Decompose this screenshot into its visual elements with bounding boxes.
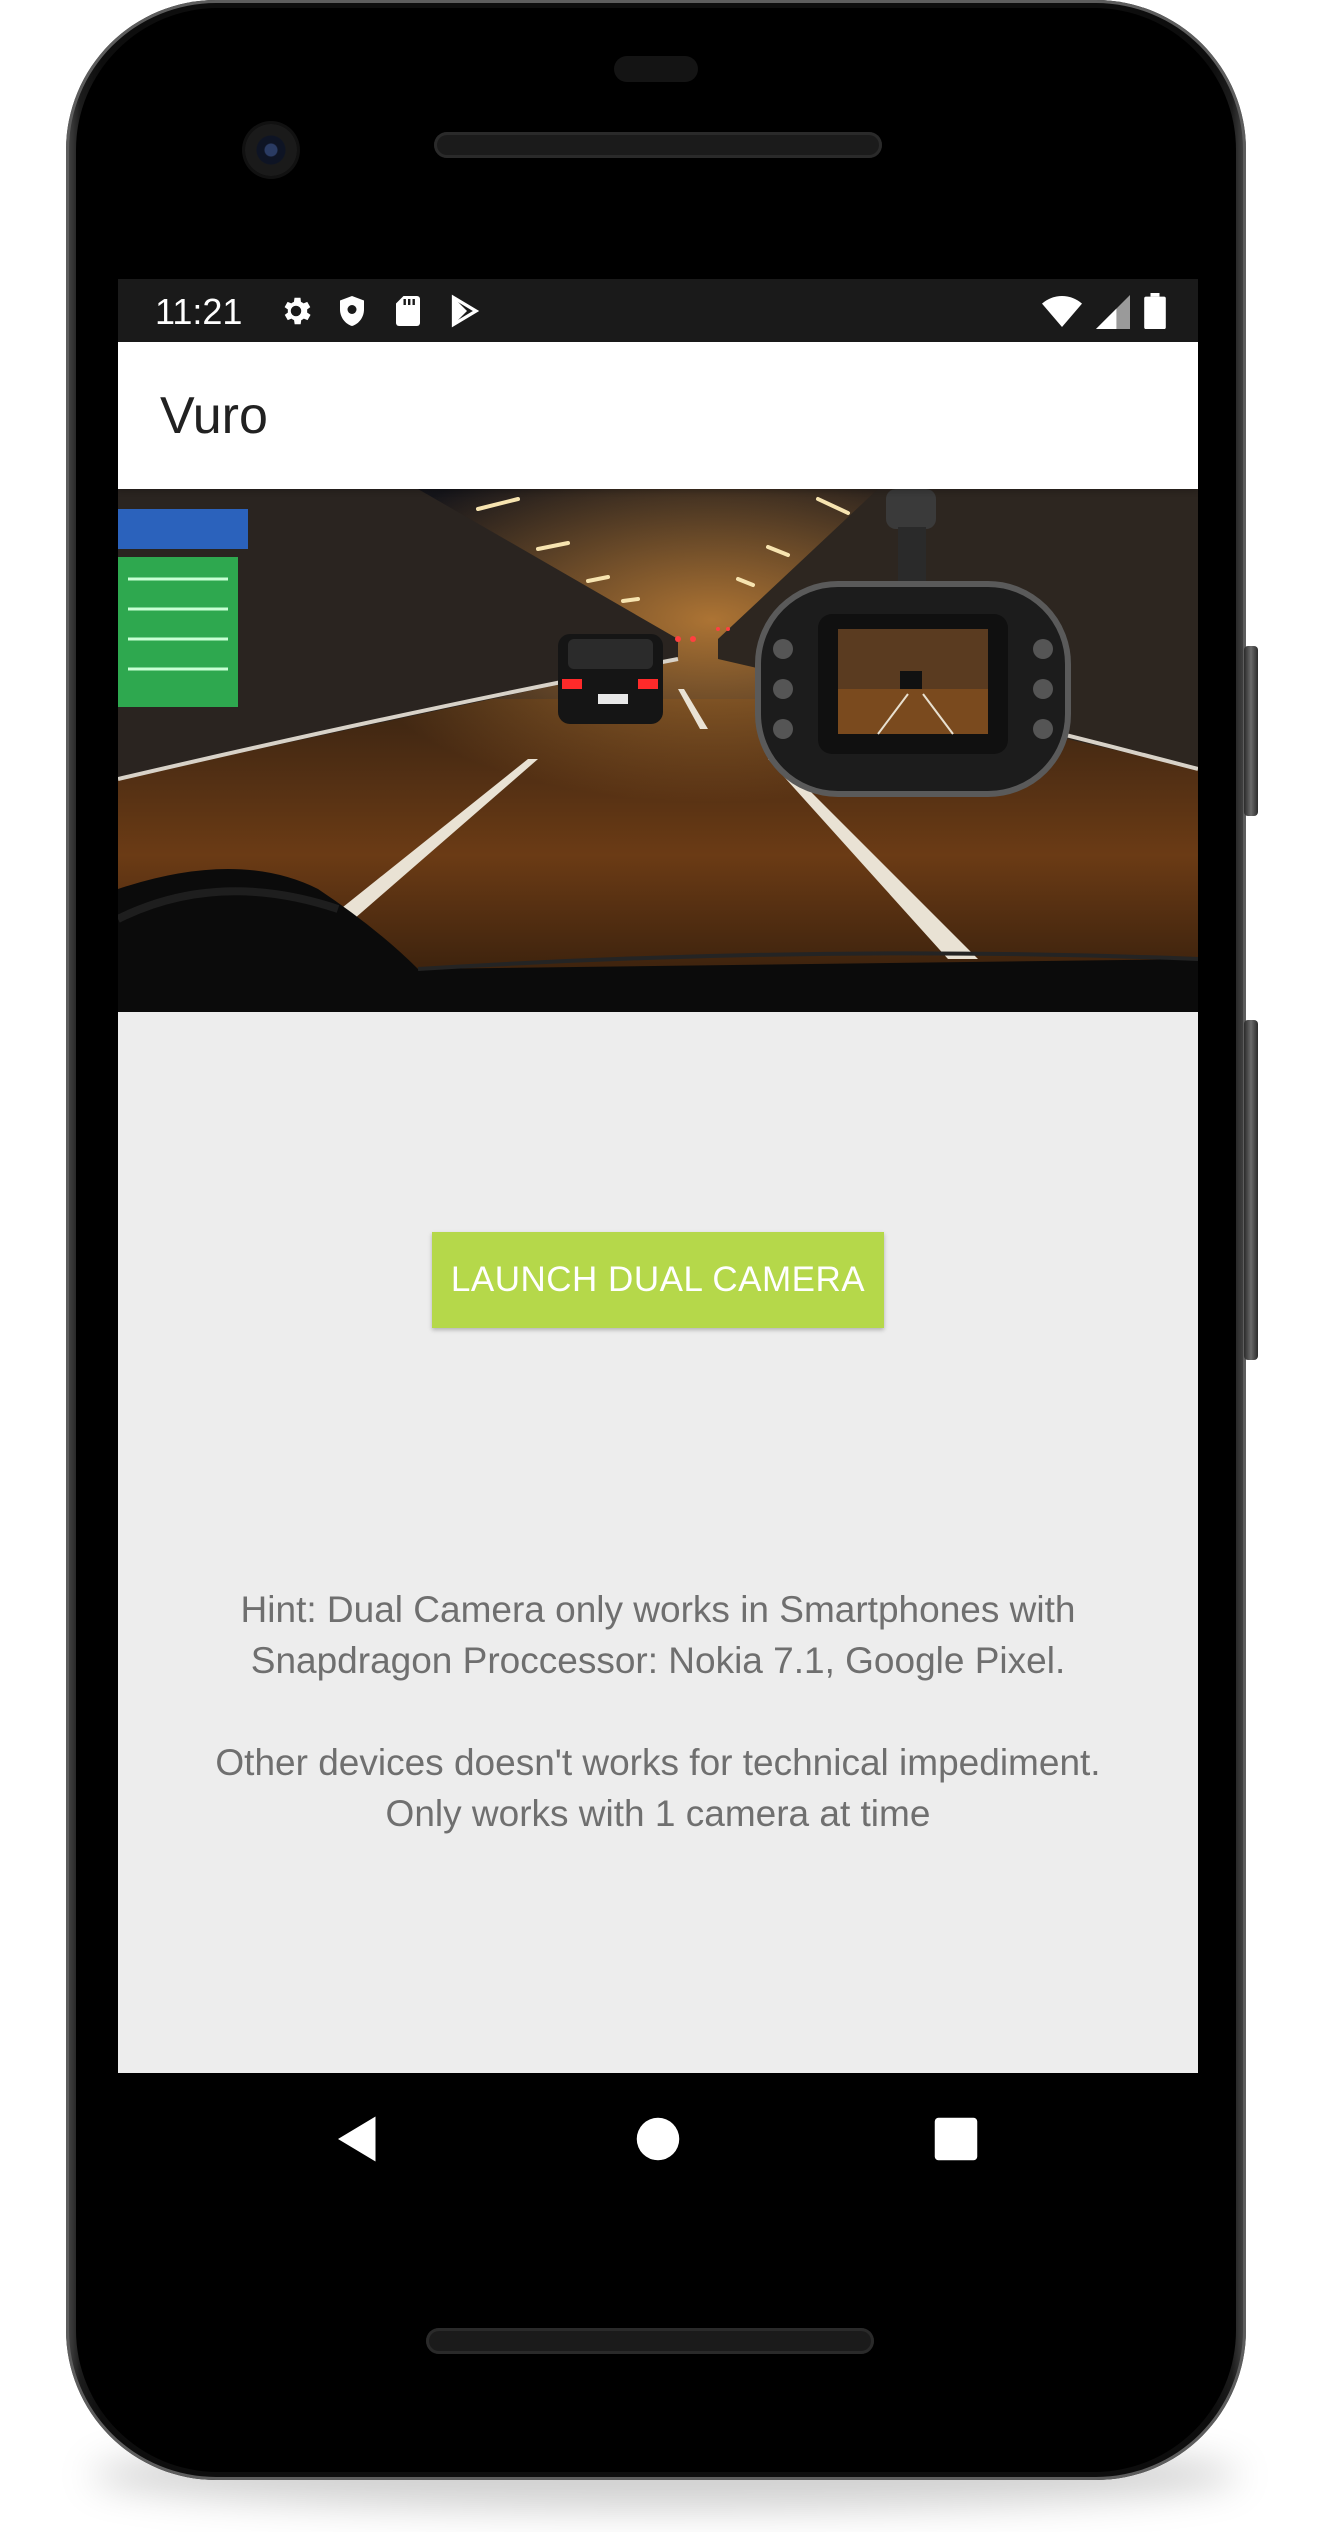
status-time: 11:21 xyxy=(155,291,243,332)
status-bar: 11:21 xyxy=(118,279,1198,342)
shield-icon xyxy=(340,296,364,326)
recents-icon[interactable] xyxy=(926,2109,986,2169)
app-title: Vuro xyxy=(160,387,268,445)
hint-line-4: Only works with 1 camera at time xyxy=(385,1793,931,1834)
hint-line-2: Snapdragon Proccessor: Nokia 7.1, Google… xyxy=(250,1640,1066,1681)
home-icon[interactable] xyxy=(628,2109,688,2169)
navigation-bar xyxy=(118,2073,1198,2203)
hint-line-3: Other devices doesn't works for technica… xyxy=(215,1742,1101,1783)
battery-icon xyxy=(1144,293,1166,329)
hint-text: Hint: Dual Camera only works in Smartpho… xyxy=(158,1584,1158,1839)
hint-spacer xyxy=(158,1686,1158,1737)
top-sensor xyxy=(614,56,698,82)
status-right-icons xyxy=(1042,293,1166,329)
play-store-icon xyxy=(451,294,480,328)
screen: 11:21 Vuro LAUNCH DUAL CAMERA Hint: Dual… xyxy=(118,279,1198,2073)
earpiece-speaker xyxy=(434,132,882,158)
wifi-icon xyxy=(1042,296,1082,327)
settings-icon xyxy=(284,297,311,325)
front-camera xyxy=(245,124,297,176)
hint-line-1: Hint: Dual Camera only works in Smartpho… xyxy=(240,1589,1076,1630)
back-icon[interactable] xyxy=(328,2109,388,2169)
app-bar: Vuro xyxy=(118,342,1198,489)
cell-signal-icon xyxy=(1096,295,1130,329)
main-content: LAUNCH DUAL CAMERA Hint: Dual Camera onl… xyxy=(118,1012,1198,2073)
status-left-icons xyxy=(278,293,482,329)
hero-image xyxy=(118,489,1198,1012)
launch-dual-camera-button[interactable]: LAUNCH DUAL CAMERA xyxy=(432,1232,884,1328)
power-button xyxy=(1244,646,1258,816)
dashcam-road-photo xyxy=(118,489,1198,1012)
bottom-speaker xyxy=(426,2328,874,2354)
volume-button xyxy=(1244,1020,1258,1360)
sd-card-icon xyxy=(396,296,420,326)
